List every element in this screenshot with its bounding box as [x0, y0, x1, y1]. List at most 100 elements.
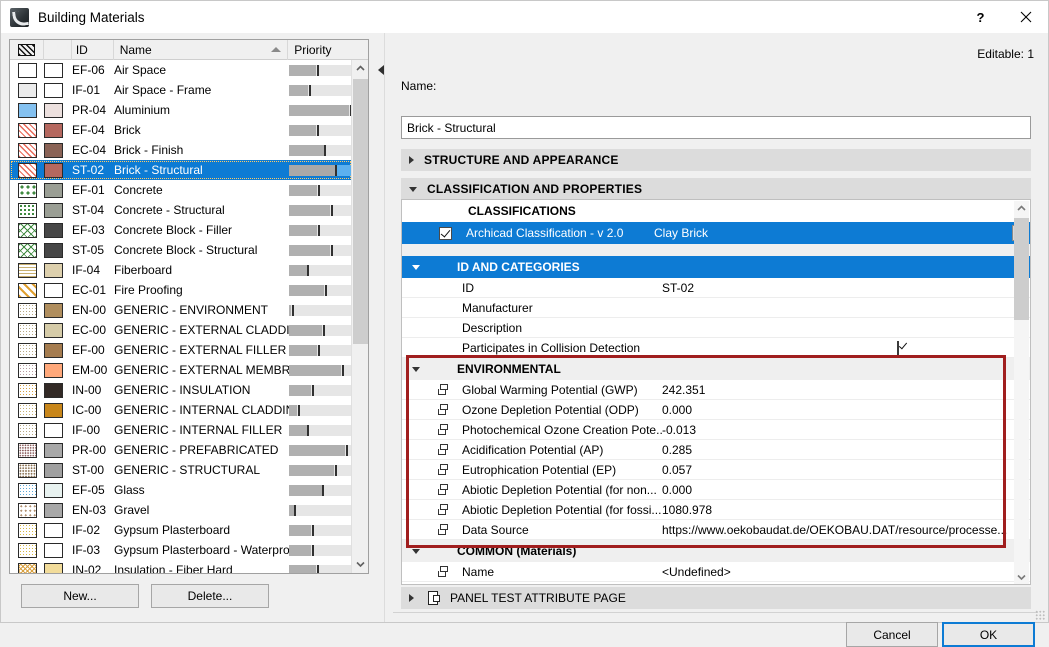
- surface-color-swatch[interactable]: [44, 463, 63, 478]
- properties-scroll-up[interactable]: [1014, 201, 1029, 216]
- row-priority[interactable]: [289, 145, 352, 156]
- property-checkbox[interactable]: [897, 341, 899, 355]
- fill-pattern-swatch[interactable]: [18, 123, 37, 138]
- fill-pattern-swatch[interactable]: [18, 143, 37, 158]
- scroll-down-button[interactable]: [352, 556, 369, 573]
- name-input[interactable]: [401, 116, 1031, 139]
- property-group-header[interactable]: COMMON (Materials): [402, 540, 1030, 562]
- table-row[interactable]: IF-00GENERIC - INTERNAL FILLER: [10, 420, 352, 440]
- fill-pattern-swatch[interactable]: [18, 243, 37, 258]
- table-row[interactable]: EN-03Gravel: [10, 500, 352, 520]
- surface-color-swatch[interactable]: [44, 363, 63, 378]
- surface-color-swatch[interactable]: [44, 263, 63, 278]
- table-row[interactable]: ST-00GENERIC - STRUCTURAL: [10, 460, 352, 480]
- row-priority[interactable]: [289, 205, 352, 216]
- fill-pattern-swatch[interactable]: [18, 203, 37, 218]
- surface-color-swatch[interactable]: [44, 223, 63, 238]
- table-row[interactable]: EN-00GENERIC - ENVIRONMENT: [10, 300, 352, 320]
- table-row[interactable]: EF-05Glass: [10, 480, 352, 500]
- fill-pattern-swatch[interactable]: [18, 363, 37, 378]
- properties-scroll-down[interactable]: [1014, 570, 1029, 585]
- row-priority[interactable]: [289, 425, 352, 436]
- row-priority[interactable]: [289, 245, 352, 256]
- property-row[interactable]: Name<Undefined>: [402, 562, 1030, 582]
- surface-color-swatch[interactable]: [44, 323, 63, 338]
- table-row[interactable]: ST-05Concrete Block - Structural: [10, 240, 352, 260]
- column-header-color[interactable]: [44, 40, 72, 60]
- properties-scroll-thumb[interactable]: [1014, 218, 1029, 320]
- column-header-pattern[interactable]: [10, 40, 44, 60]
- cancel-button[interactable]: Cancel: [846, 622, 938, 647]
- row-priority[interactable]: [289, 125, 352, 136]
- fill-pattern-swatch[interactable]: [18, 183, 37, 198]
- row-priority[interactable]: [289, 285, 352, 296]
- surface-color-swatch[interactable]: [44, 123, 63, 138]
- table-row[interactable]: PR-00GENERIC - PREFABRICATED: [10, 440, 352, 460]
- fill-pattern-swatch[interactable]: [18, 83, 37, 98]
- section-structure-and-appearance[interactable]: STRUCTURE AND APPEARANCE: [401, 149, 1031, 171]
- surface-color-swatch[interactable]: [44, 243, 63, 258]
- new-button[interactable]: New...: [21, 584, 139, 608]
- row-priority[interactable]: [289, 485, 352, 496]
- table-row[interactable]: IN-02Insulation - Fiber Hard: [10, 560, 352, 573]
- fill-pattern-swatch[interactable]: [18, 223, 37, 238]
- row-priority[interactable]: [289, 405, 352, 416]
- surface-color-swatch[interactable]: [44, 63, 63, 78]
- surface-color-swatch[interactable]: [44, 503, 63, 518]
- row-priority[interactable]: [289, 265, 352, 276]
- table-row[interactable]: EC-01Fire Proofing: [10, 280, 352, 300]
- table-row[interactable]: IF-02Gypsum Plasterboard: [10, 520, 352, 540]
- property-row[interactable]: Manufacturer: [402, 298, 1030, 318]
- property-row[interactable]: Abiotic Depletion Potential (for non...0…: [402, 480, 1030, 500]
- table-row[interactable]: IF-04Fiberboard: [10, 260, 352, 280]
- property-row[interactable]: Ozone Depletion Potential (ODP)0.000: [402, 400, 1030, 420]
- fill-pattern-swatch[interactable]: [18, 303, 37, 318]
- property-row[interactable]: Global Warming Potential (GWP)242.351: [402, 380, 1030, 400]
- fill-pattern-swatch[interactable]: [18, 103, 37, 118]
- surface-color-swatch[interactable]: [44, 443, 63, 458]
- surface-color-swatch[interactable]: [44, 403, 63, 418]
- row-priority[interactable]: [289, 445, 352, 456]
- row-priority[interactable]: [289, 325, 352, 336]
- row-priority[interactable]: [289, 225, 352, 236]
- property-group-header[interactable]: ENVIRONMENTAL: [402, 358, 1030, 380]
- table-row[interactable]: ST-02Brick - Structural: [10, 160, 352, 180]
- surface-color-swatch[interactable]: [44, 423, 63, 438]
- table-row[interactable]: EC-00GENERIC - EXTERNAL CLADDING: [10, 320, 352, 340]
- table-row[interactable]: EF-06Air Space: [10, 60, 352, 80]
- row-priority[interactable]: [289, 525, 352, 536]
- fill-pattern-swatch[interactable]: [18, 463, 37, 478]
- property-row[interactable]: Photochemical Ozone Creation Pote...-0.0…: [402, 420, 1030, 440]
- surface-color-swatch[interactable]: [44, 143, 63, 158]
- fill-pattern-swatch[interactable]: [18, 403, 37, 418]
- row-priority[interactable]: [289, 165, 352, 176]
- table-row[interactable]: IF-03Gypsum Plasterboard - Waterproc: [10, 540, 352, 560]
- surface-color-swatch[interactable]: [44, 383, 63, 398]
- row-priority[interactable]: [289, 105, 352, 116]
- fill-pattern-swatch[interactable]: [18, 483, 37, 498]
- row-priority[interactable]: [289, 365, 352, 376]
- fill-pattern-swatch[interactable]: [18, 163, 37, 178]
- properties-scrollbar[interactable]: [1014, 201, 1029, 585]
- row-priority[interactable]: [289, 465, 352, 476]
- table-row[interactable]: PR-04Aluminium: [10, 100, 352, 120]
- fill-pattern-swatch[interactable]: [18, 543, 37, 558]
- fill-pattern-swatch[interactable]: [18, 343, 37, 358]
- property-row[interactable]: Eutrophication Potential (EP)0.057: [402, 460, 1030, 480]
- fill-pattern-swatch[interactable]: [18, 443, 37, 458]
- surface-color-swatch[interactable]: [44, 103, 63, 118]
- section-classification-and-properties[interactable]: CLASSIFICATION AND PROPERTIES: [401, 178, 1031, 200]
- fill-pattern-swatch[interactable]: [18, 283, 37, 298]
- list-scrollbar[interactable]: [351, 60, 368, 573]
- row-priority[interactable]: [289, 345, 352, 356]
- column-header-priority[interactable]: Priority: [288, 40, 368, 60]
- scroll-thumb[interactable]: [353, 79, 368, 344]
- fill-pattern-swatch[interactable]: [18, 263, 37, 278]
- table-row[interactable]: EF-03Concrete Block - Filler: [10, 220, 352, 240]
- classification-checkbox[interactable]: [439, 227, 452, 240]
- table-row[interactable]: EF-04Brick: [10, 120, 352, 140]
- surface-color-swatch[interactable]: [44, 283, 63, 298]
- surface-color-swatch[interactable]: [44, 183, 63, 198]
- close-button[interactable]: [1003, 1, 1048, 33]
- ok-button[interactable]: OK: [942, 622, 1035, 647]
